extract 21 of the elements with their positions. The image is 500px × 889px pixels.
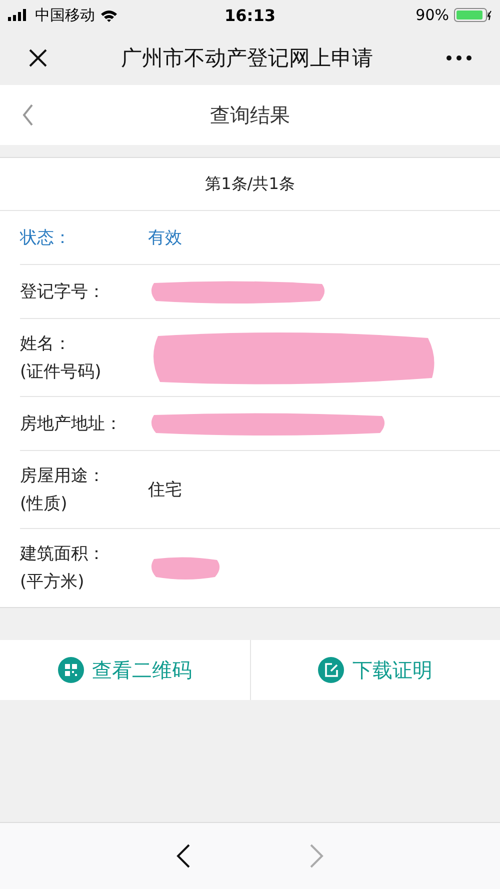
header-title: 查询结果 bbox=[209, 102, 291, 128]
back-icon[interactable] bbox=[22, 104, 34, 126]
battery-percent: 90% bbox=[416, 6, 449, 24]
field-label: 状态： bbox=[20, 226, 72, 250]
carrier-name: 中国移动 bbox=[35, 6, 95, 24]
status-value: 有效 bbox=[148, 227, 182, 249]
field-label: 房地产地址： bbox=[20, 412, 123, 436]
battery-icon bbox=[454, 8, 492, 22]
field-value: 住宅 bbox=[148, 479, 182, 501]
field-label: 房屋用途： (性质) bbox=[20, 464, 106, 516]
page-title: 广州市不动产登记网上申请 bbox=[120, 44, 374, 72]
wifi-icon bbox=[100, 8, 118, 22]
clock: 16:13 bbox=[224, 6, 276, 24]
field-label: 建筑面积： (平方米) bbox=[20, 543, 106, 594]
close-icon[interactable] bbox=[28, 48, 48, 68]
edit-icon bbox=[318, 657, 344, 683]
more-icon[interactable] bbox=[446, 54, 472, 60]
qr-code-icon bbox=[58, 657, 84, 683]
field-label: 登记字号： bbox=[20, 280, 106, 304]
field-label: 姓名： (证件号码) bbox=[20, 332, 102, 384]
record-count: 第1条/共1条 bbox=[0, 158, 500, 211]
